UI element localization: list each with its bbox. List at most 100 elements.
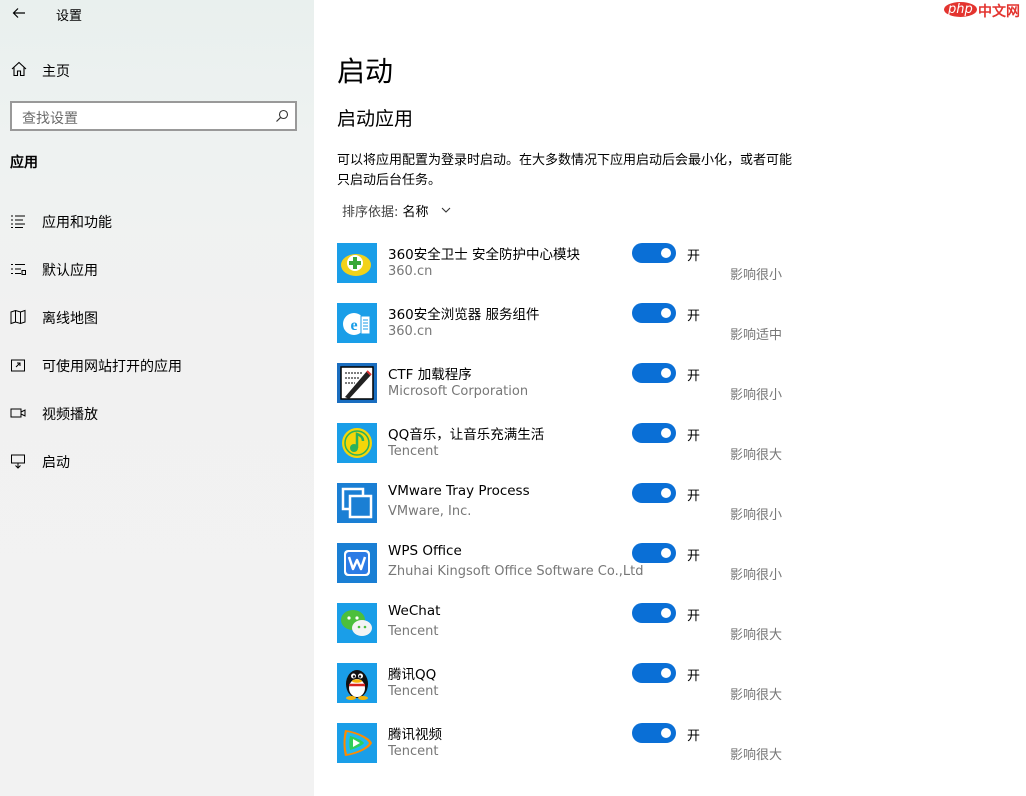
- startup-app-row: WeChat Tencent 开 影响很大: [337, 600, 797, 656]
- watermark: php 中文网: [944, 0, 1026, 22]
- toggle-knob: [661, 368, 671, 378]
- app-name: CTF 加载程序: [388, 367, 472, 383]
- sidebar-item-default-apps[interactable]: 默认应用: [0, 254, 314, 284]
- window-title: 设置: [56, 9, 83, 24]
- apps-list-icon: [11, 215, 25, 229]
- sort-value: 名称: [402, 205, 429, 220]
- sidebar: 设置 主页 查找设置 应用 应用和功能 默认应用 离线地图 可使用网站打开的应用…: [0, 0, 314, 796]
- vmware-icon: [337, 483, 377, 523]
- startup-impact: 影响很小: [730, 268, 783, 283]
- sidebar-item-apps-for-websites[interactable]: 可使用网站打开的应用: [0, 350, 314, 380]
- sidebar-item-offline-maps[interactable]: 离线地图: [0, 302, 314, 332]
- sidebar-item-home[interactable]: 主页: [0, 56, 314, 82]
- startup-toggle[interactable]: [632, 723, 676, 743]
- startup-toggle[interactable]: [632, 603, 676, 623]
- toggle-state-label: 开: [687, 309, 701, 324]
- watermark-logo: php: [944, 2, 977, 17]
- app-publisher: Tencent: [388, 444, 439, 459]
- app-publisher: 360.cn: [388, 324, 433, 339]
- startup-toggle[interactable]: [632, 423, 676, 443]
- app-publisher: Zhuhai Kingsoft Office Software Co.,Ltd: [388, 564, 644, 579]
- page-title: 启动: [337, 55, 394, 88]
- chevron-down-icon: [441, 207, 451, 213]
- toggle-state-label: 开: [687, 549, 701, 564]
- startup-impact: 影响很大: [730, 688, 783, 703]
- search-input[interactable]: 查找设置: [10, 101, 297, 131]
- sort-dropdown[interactable]: 排序依据: 名称: [342, 201, 451, 220]
- app-publisher: VMware, Inc.: [388, 504, 472, 519]
- app-name: 360安全卫士 安全防护中心模块: [388, 247, 581, 263]
- app-publisher: Tencent: [388, 624, 439, 639]
- default-apps-icon: [11, 263, 26, 275]
- sidebar-item-apps-features[interactable]: 应用和功能: [0, 206, 314, 236]
- startup-app-row: QQ音乐，让音乐充满生活 Tencent 开 影响很大: [337, 420, 797, 476]
- toggle-state-label: 开: [687, 249, 701, 264]
- sidebar-item-video-playback[interactable]: 视频播放: [0, 398, 314, 428]
- section-label-apps: 应用: [10, 155, 38, 171]
- tencent-video-icon: [337, 723, 377, 763]
- title-bar: 设置: [0, 0, 314, 26]
- toggle-state-label: 开: [687, 369, 701, 384]
- toggle-knob: [661, 728, 671, 738]
- sidebar-item-label: 默认应用: [42, 263, 98, 279]
- ctf-loader-icon: [337, 363, 377, 403]
- startup-impact: 影响很大: [730, 448, 783, 463]
- sidebar-item-label: 离线地图: [42, 311, 98, 327]
- startup-impact: 影响适中: [730, 328, 783, 343]
- watermark-text: 中文网: [978, 4, 1020, 20]
- toggle-knob: [661, 668, 671, 678]
- startup-toggle[interactable]: [632, 243, 676, 263]
- toggle-knob: [661, 308, 671, 318]
- startup-impact: 影响很大: [730, 628, 783, 643]
- sidebar-item-startup[interactable]: 启动: [0, 446, 314, 476]
- toggle-state-label: 开: [687, 729, 701, 744]
- startup-toggle[interactable]: [632, 543, 676, 563]
- app-name: WPS Office: [388, 543, 462, 559]
- startup-app-row: e 360安全浏览器 服务组件 360.cn 开 影响适中: [337, 300, 797, 356]
- main-content: 启动 启动应用 可以将应用配置为登录时启动。在大多数情况下应用启动后会最小化，或…: [314, 0, 1026, 796]
- sidebar-item-label: 可使用网站打开的应用: [42, 359, 182, 375]
- 360-browser-icon: e: [337, 303, 377, 343]
- toggle-knob: [661, 428, 671, 438]
- sidebar-item-label: 应用和功能: [42, 215, 112, 231]
- app-publisher: Tencent: [388, 684, 439, 699]
- startup-toggle[interactable]: [632, 663, 676, 683]
- section-title: 启动应用: [337, 108, 414, 130]
- toggle-knob: [661, 488, 671, 498]
- sort-label: 排序依据:: [342, 205, 399, 220]
- startup-impact: 影响很小: [730, 568, 783, 583]
- startup-app-row: WPS Office Zhuhai Kingsoft Office Softwa…: [337, 540, 797, 596]
- app-publisher: Microsoft Corporation: [388, 384, 529, 399]
- qq-icon: [337, 663, 377, 703]
- video-icon: [10, 408, 26, 418]
- app-name: QQ音乐，让音乐充满生活: [388, 427, 545, 443]
- description-text: 可以将应用配置为登录时启动。在大多数情况下应用启动后会最小化，或者可能只启动后台…: [337, 153, 793, 188]
- startup-app-row: 腾讯QQ Tencent 开 影响很大: [337, 660, 797, 716]
- startup-app-row: VMware Tray Process VMware, Inc. 开 影响很小: [337, 480, 797, 536]
- toggle-knob: [661, 548, 671, 558]
- sidebar-item-label: 主页: [42, 64, 70, 80]
- startup-impact: 影响很小: [730, 508, 783, 523]
- startup-impact: 影响很大: [730, 748, 783, 763]
- startup-toggle[interactable]: [632, 363, 676, 383]
- wechat-icon: [337, 603, 377, 643]
- back-button[interactable]: [8, 2, 30, 24]
- startup-toggle[interactable]: [632, 483, 676, 503]
- wps-icon: [337, 543, 377, 583]
- app-name: 360安全浏览器 服务组件: [388, 307, 540, 323]
- toggle-knob: [661, 608, 671, 618]
- startup-app-row: CTF 加载程序 Microsoft Corporation 开 影响很小: [337, 360, 797, 416]
- app-publisher: Tencent: [388, 744, 439, 759]
- startup-icon: [11, 454, 25, 469]
- startup-app-row: 360安全卫士 安全防护中心模块 360.cn 开 影响很小: [337, 240, 797, 296]
- startup-toggle[interactable]: [632, 303, 676, 323]
- toggle-state-label: 开: [687, 429, 701, 444]
- qq-music-icon: [337, 423, 377, 463]
- 360-safe-icon: [337, 243, 377, 283]
- sidebar-item-label: 视频播放: [42, 407, 98, 423]
- app-name: 腾讯QQ: [388, 667, 437, 683]
- search-icon[interactable]: [275, 109, 289, 123]
- back-arrow-icon: [12, 8, 25, 18]
- home-icon: [11, 61, 27, 77]
- map-icon: [10, 309, 26, 325]
